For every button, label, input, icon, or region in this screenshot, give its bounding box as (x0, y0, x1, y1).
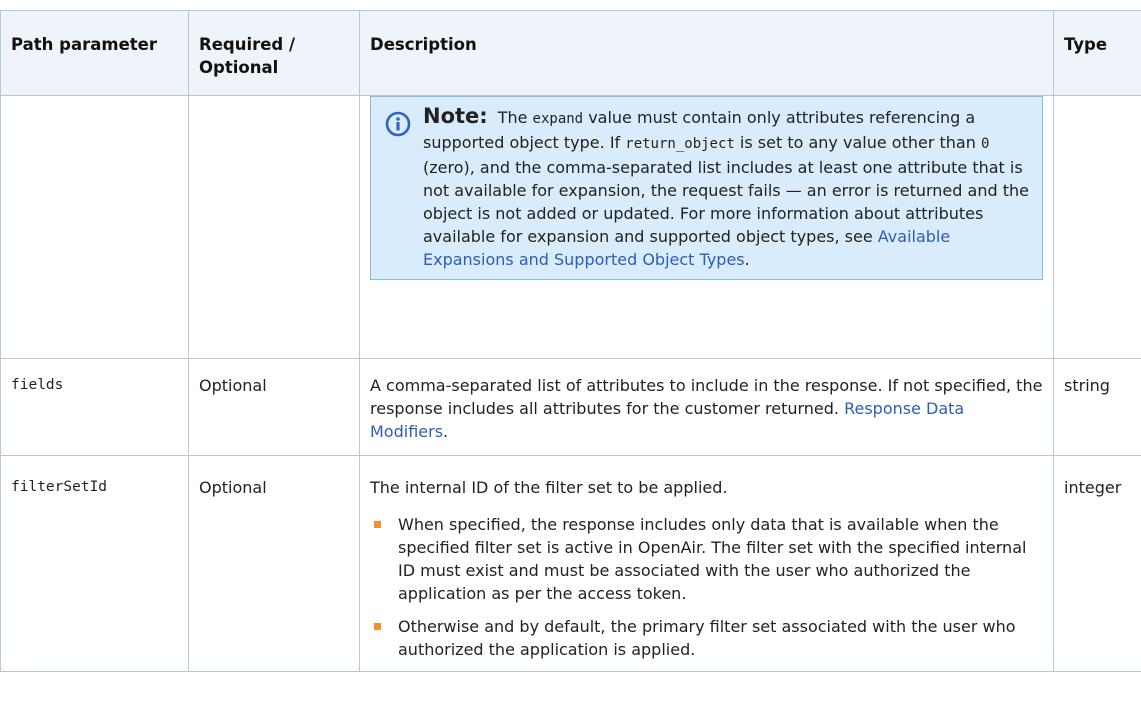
header-required-optional: Required / Optional (188, 10, 360, 96)
type-value: integer (1053, 455, 1141, 672)
note-box: Note: The expand value must contain only … (370, 96, 1043, 280)
empty-cell (0, 95, 189, 359)
required-value: Optional (188, 358, 360, 456)
table-row: Note: The expand value must contain only … (0, 95, 1141, 359)
code-expand: expand (532, 111, 584, 127)
header-path-parameter: Path parameter (0, 10, 189, 96)
note-text-segment: The (497, 108, 533, 127)
code-zero: 0 (980, 136, 990, 152)
description-end: . (443, 422, 449, 441)
table-row: fields Optional A comma-separated list o… (0, 358, 1141, 456)
param-name-fields: fields (0, 358, 189, 456)
bullet-square-icon (374, 623, 381, 630)
note-text-segment: is set to any value other than (734, 133, 981, 152)
param-name-filtersetid: filterSetId (0, 455, 189, 672)
note-text-end: . (744, 250, 750, 269)
required-value: Optional (188, 455, 360, 672)
list-item: Otherwise and by default, the primary fi… (370, 615, 1043, 661)
table-header-row: Path parameter Required / Optional Descr… (0, 10, 1141, 96)
type-value: string (1053, 358, 1141, 456)
note-cell: Note: The expand value must contain only … (359, 95, 1054, 359)
header-description: Description (359, 10, 1054, 96)
bullet-text: Otherwise and by default, the primary fi… (398, 617, 1016, 659)
note-text: Note: The expand value must contain only … (423, 105, 1032, 271)
header-type: Type (1053, 10, 1141, 96)
bullet-list: When specified, the response includes on… (370, 513, 1043, 661)
bullet-text: When specified, the response includes on… (398, 515, 1027, 603)
bullet-square-icon (374, 521, 381, 528)
empty-cell (188, 95, 360, 359)
parameters-table: Path parameter Required / Optional Descr… (0, 10, 1141, 672)
empty-cell (1053, 95, 1141, 359)
description-filtersetid: The internal ID of the filter set to be … (359, 455, 1054, 672)
list-item: When specified, the response includes on… (370, 513, 1043, 605)
info-icon (385, 111, 411, 137)
code-return-object: return_object (625, 136, 735, 152)
description-text: The internal ID of the filter set to be … (370, 478, 728, 497)
note-title: Note: (423, 104, 488, 128)
table-row: filterSetId Optional The internal ID of … (0, 455, 1141, 672)
description-fields: A comma-separated list of attributes to … (359, 358, 1054, 456)
